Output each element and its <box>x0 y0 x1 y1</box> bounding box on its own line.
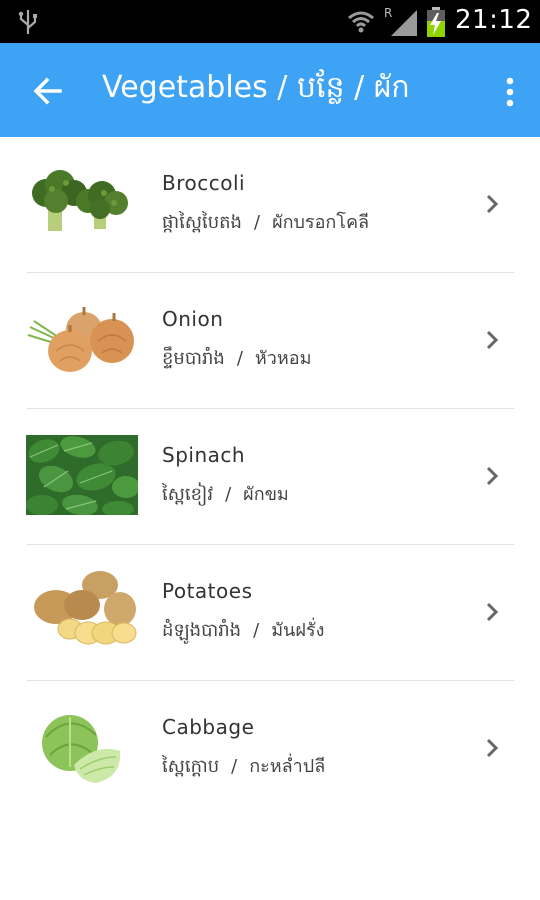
list-item-potatoes[interactable]: Potatoes ដំឡូងបារាំង / มันฝรั่ง <box>0 545 540 681</box>
cabbage-image <box>42 715 121 783</box>
item-khmer-name: ខ្ទឹមបារាំង <box>162 348 225 369</box>
item-khmer-name: ដំឡូងបារាំង <box>162 620 242 641</box>
item-thai-name: มันฝรั่ง <box>271 620 325 641</box>
usb-icon <box>18 10 37 34</box>
spinach-image <box>26 435 138 515</box>
list-item-cabbage[interactable]: Cabbage ស្ពៃក្តោប / กะหล่ำปลี <box>0 681 540 817</box>
chevron-right-icon <box>486 330 499 350</box>
chevron-right-icon <box>486 738 499 758</box>
item-english-name: Potatoes <box>162 579 253 603</box>
item-translations: ផ្កាស្ពៃបៃតង / ผักบรอกโคลี <box>162 207 369 237</box>
name-separator: / <box>253 620 260 641</box>
item-thai-name: ผักขม <box>243 484 289 505</box>
item-english-name: Spinach <box>162 443 246 467</box>
item-khmer-name: ផ្កាស្ពៃបៃតង <box>162 212 242 233</box>
item-english-name: Broccoli <box>162 171 246 195</box>
name-separator: / <box>225 484 232 505</box>
item-english-name: Cabbage <box>162 715 255 739</box>
status-bar: R 21:12 <box>0 0 540 43</box>
list-item-onion[interactable]: Onion ខ្ទឹមបារាំង / หัวหอม <box>0 273 540 409</box>
item-thai-name: กะหล่ำปลี <box>249 756 326 777</box>
name-separator: / <box>236 348 243 369</box>
potatoes-image <box>34 571 137 645</box>
list-item-broccoli[interactable]: Broccoli ផ្កាស្ពៃបៃតង / ผักบรอกโคลี <box>0 137 540 273</box>
page-title: Vegetables / បន្លែ / ผัก <box>102 70 410 105</box>
broccoli-image <box>32 170 128 231</box>
item-translations: ខ្ទឹមបារាំង / หัวหอม <box>162 343 311 373</box>
roaming-label: R <box>384 6 392 20</box>
app-bar: Vegetables / បន្លែ / ผัก <box>0 43 540 137</box>
onion-image <box>27 307 134 372</box>
battery-charging-icon <box>427 7 445 37</box>
vegetable-list: Broccoli ផ្កាស្ពៃបៃតង / ผักบรอกโคลี Onion … <box>0 137 540 817</box>
item-khmer-name: ស្ពៃខៀវ <box>162 484 214 505</box>
wifi-icon <box>348 11 374 33</box>
item-thai-name: หัวหอม <box>254 348 312 369</box>
item-english-name: Onion <box>162 307 224 331</box>
arrow-left-icon <box>33 77 62 105</box>
item-translations: ដំឡូងបារាំង / มันฝรั่ง <box>162 615 324 645</box>
name-separator: / <box>253 212 261 233</box>
item-khmer-name: ស្ពៃក្តោប <box>162 756 220 777</box>
name-separator: / <box>231 756 238 777</box>
signal-icon: R <box>384 6 417 36</box>
item-translations: ស្ពៃខៀវ / ผักขม <box>162 479 289 509</box>
item-thai-name: ผักบรอกโคลี <box>272 212 370 233</box>
chevron-right-icon <box>486 466 499 486</box>
back-button[interactable] <box>22 68 74 114</box>
overflow-menu-button[interactable] <box>492 69 528 115</box>
clock: 21:12 <box>455 5 533 35</box>
list-item-spinach[interactable]: Spinach ស្ពៃខៀវ / ผักขม <box>0 409 540 545</box>
chevron-right-icon <box>486 602 499 622</box>
more-vert-icon <box>506 77 514 107</box>
item-translations: ស្ពៃក្តោប / กะหล่ำปลี <box>162 751 325 781</box>
chevron-right-icon <box>486 194 499 214</box>
